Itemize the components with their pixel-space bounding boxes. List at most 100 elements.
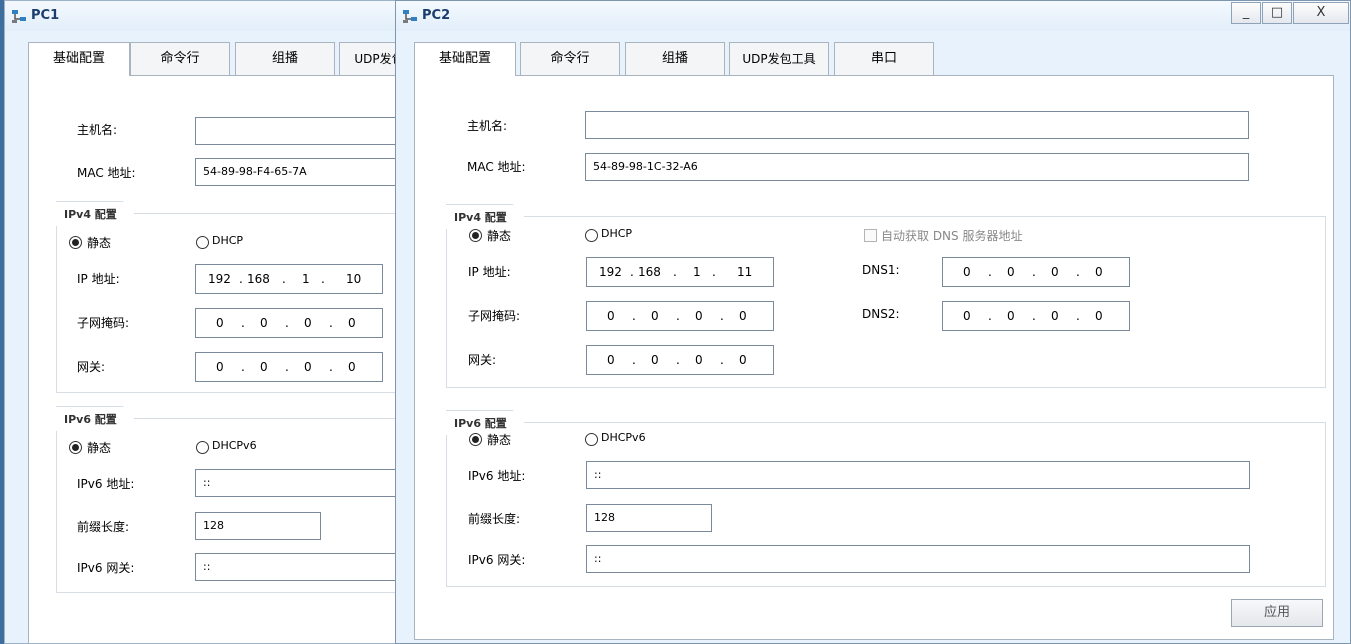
mask-octet: 0 bbox=[260, 316, 268, 330]
dhcpv6-radio[interactable] bbox=[585, 433, 598, 446]
gateway-octet: 0 bbox=[348, 360, 356, 374]
ipv4-group: IPv4 配置 静态 DHCP 自动获取 DNS 服务器地址 IP 地址: 19… bbox=[446, 216, 1326, 388]
static-label: 静态 bbox=[87, 236, 112, 250]
tab-command-line[interactable]: 命令行 bbox=[130, 42, 230, 75]
ipv6-gateway-input[interactable]: :: bbox=[586, 545, 1250, 573]
ipv6-gateway-label: IPv6 网关: bbox=[468, 553, 526, 567]
gateway-octet: 0 bbox=[607, 353, 615, 367]
dhcp-radio[interactable] bbox=[585, 229, 598, 242]
prefix-label: 前缀长度: bbox=[77, 520, 130, 534]
ip-octet: 1 bbox=[302, 272, 310, 286]
dhcpv6-radio[interactable] bbox=[196, 441, 209, 454]
ipv6-group: IPv6 配置 静态 DHCPv6 IPv6 地址: :: 前缀长度: 128 … bbox=[446, 422, 1326, 587]
gateway-octet: 0 bbox=[695, 353, 703, 367]
pc1-config-panel: 主机名: MAC 地址: 54-89-98-F4-65-7A IPv4 配置 静… bbox=[28, 75, 395, 643]
hostname-input[interactable] bbox=[585, 111, 1249, 139]
static-radio[interactable] bbox=[69, 236, 82, 249]
ip-octet: 11 bbox=[737, 265, 753, 279]
prefix-label: 前缀长度: bbox=[468, 512, 521, 526]
pc1-titlebar[interactable]: PC1 bbox=[5, 1, 395, 31]
ipv6-addr-label: IPv6 地址: bbox=[77, 477, 135, 491]
dns2-octet: 0 bbox=[963, 309, 971, 323]
dhcp-label: DHCP bbox=[212, 234, 244, 247]
minimize-button[interactable]: _ bbox=[1231, 2, 1261, 24]
gateway-input[interactable]: 0. 0. 0. 0 bbox=[195, 352, 383, 382]
prefix-input[interactable]: 128 bbox=[195, 512, 321, 540]
hostname-label: 主机名: bbox=[77, 123, 118, 137]
apply-button[interactable]: 应用 bbox=[1231, 599, 1323, 627]
pc2-tab-bar: 基础配置 命令行 组播 UDP发包工具 串口 bbox=[414, 42, 1334, 76]
tab-multicast[interactable]: 组播 bbox=[235, 42, 335, 75]
dns1-input[interactable]: 0. 0. 0. 0 bbox=[942, 257, 1130, 287]
ip-label: IP 地址: bbox=[468, 265, 511, 279]
hostname-input[interactable] bbox=[195, 117, 395, 145]
hostname-label: 主机名: bbox=[467, 119, 508, 133]
dns1-octet: 0 bbox=[1007, 265, 1015, 279]
dns1-octet: 0 bbox=[963, 265, 971, 279]
ip-label: IP 地址: bbox=[77, 272, 120, 286]
mask-octet: 0 bbox=[695, 309, 703, 323]
ipv6-addr-input[interactable]: :: bbox=[195, 469, 395, 497]
dhcpv6-label: DHCPv6 bbox=[212, 439, 257, 452]
prefix-input[interactable]: 128 bbox=[586, 504, 712, 532]
maximize-button[interactable]: □ bbox=[1262, 2, 1292, 24]
ip-octet: 10 bbox=[346, 272, 362, 286]
gateway-octet: 0 bbox=[216, 360, 224, 374]
ipv4-group-title: IPv4 配置 bbox=[446, 204, 535, 229]
close-button[interactable]: X bbox=[1293, 2, 1349, 24]
gateway-octet: 0 bbox=[304, 360, 312, 374]
tab-multicast[interactable]: 组播 bbox=[625, 42, 725, 75]
ip-octet: 168 bbox=[247, 272, 270, 286]
mask-octet: 0 bbox=[739, 309, 747, 323]
ipv6-addr-input[interactable]: :: bbox=[586, 461, 1250, 489]
ip-input[interactable]: 192. 168. 1. 10 bbox=[195, 264, 383, 294]
ip-octet: 1 bbox=[693, 265, 701, 279]
mask-label: 子网掩码: bbox=[468, 309, 521, 323]
gateway-octet: 0 bbox=[651, 353, 659, 367]
tab-basic-config[interactable]: 基础配置 bbox=[28, 42, 130, 76]
window-title: PC2 bbox=[422, 8, 451, 23]
static-v6-radio[interactable] bbox=[469, 433, 482, 446]
ipv4-group-title: IPv4 配置 bbox=[56, 201, 145, 226]
gateway-octet: 0 bbox=[260, 360, 268, 374]
gateway-label: 网关: bbox=[468, 353, 497, 367]
ipv6-gateway-input[interactable]: :: bbox=[195, 553, 395, 581]
mac-input[interactable]: 54-89-98-F4-65-7A bbox=[195, 158, 395, 186]
static-v6-label: 静态 bbox=[87, 441, 112, 455]
mac-label: MAC 地址: bbox=[467, 160, 526, 174]
static-radio[interactable] bbox=[469, 229, 482, 242]
mask-octet: 0 bbox=[216, 316, 224, 330]
dns1-octet: 0 bbox=[1051, 265, 1059, 279]
mask-input[interactable]: 0. 0. 0. 0 bbox=[586, 301, 774, 331]
mask-octet: 0 bbox=[607, 309, 615, 323]
mask-octet: 0 bbox=[348, 316, 356, 330]
dhcpv6-label: DHCPv6 bbox=[601, 431, 646, 444]
mask-label: 子网掩码: bbox=[77, 316, 130, 330]
tab-udp[interactable]: UDP发包 bbox=[339, 42, 395, 75]
ipv6-addr-label: IPv6 地址: bbox=[468, 469, 526, 483]
dns1-octet: 0 bbox=[1095, 265, 1103, 279]
gateway-input[interactable]: 0. 0. 0. 0 bbox=[586, 345, 774, 375]
ip-input[interactable]: 192. 168. 1. 11 bbox=[586, 257, 774, 287]
tab-command-line[interactable]: 命令行 bbox=[520, 42, 620, 75]
gateway-label: 网关: bbox=[77, 360, 106, 374]
static-v6-label: 静态 bbox=[487, 433, 512, 447]
pc2-titlebar[interactable]: PC2 _ □ X bbox=[396, 1, 1350, 31]
gateway-octet: 0 bbox=[739, 353, 747, 367]
ipv6-group: IPv6 配置 静态 DHCPv6 IPv6 地址: :: 前缀长度: 128 … bbox=[56, 418, 395, 593]
mask-input[interactable]: 0. 0. 0. 0 bbox=[195, 308, 383, 338]
dns2-octet: 0 bbox=[1095, 309, 1103, 323]
tab-serial[interactable]: 串口 bbox=[834, 42, 934, 75]
auto-dns-checkbox[interactable] bbox=[864, 229, 877, 242]
static-v6-radio[interactable] bbox=[69, 441, 82, 454]
mask-octet: 0 bbox=[651, 309, 659, 323]
dhcp-label: DHCP bbox=[601, 227, 633, 240]
tab-udp-tool[interactable]: UDP发包工具 bbox=[729, 42, 829, 75]
pc-network-icon bbox=[12, 10, 26, 23]
pc1-tab-bar: 基础配置 命令行 组播 UDP发包 bbox=[28, 42, 395, 76]
dns2-input[interactable]: 0. 0. 0. 0 bbox=[942, 301, 1130, 331]
dhcp-radio[interactable] bbox=[196, 236, 209, 249]
window-title: PC1 bbox=[31, 8, 60, 23]
tab-basic-config[interactable]: 基础配置 bbox=[414, 42, 516, 76]
mac-input[interactable]: 54-89-98-1C-32-A6 bbox=[585, 153, 1249, 181]
